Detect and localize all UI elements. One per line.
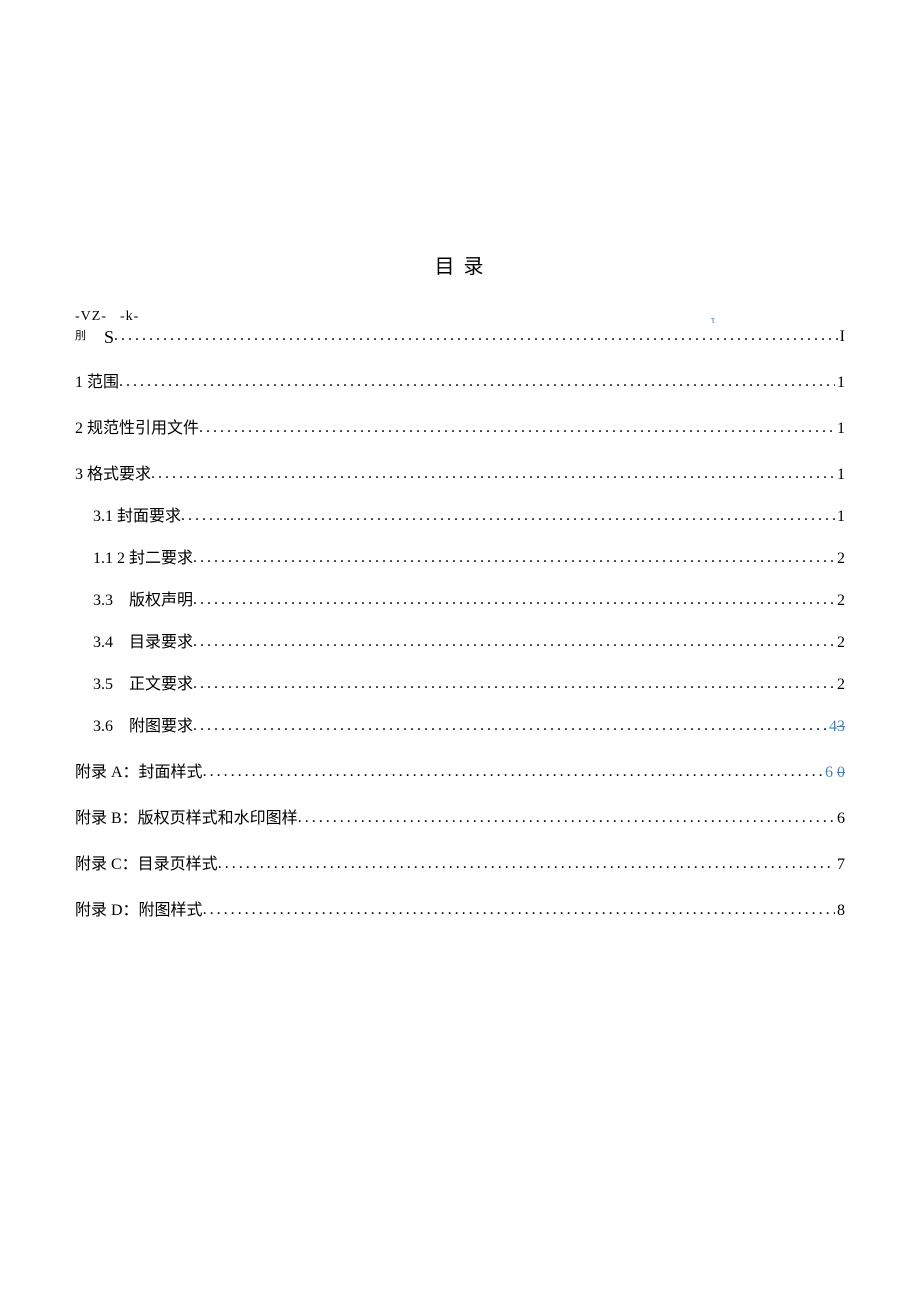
toc-label: 附录 B：版权页样式和水印图样 (75, 804, 298, 828)
artifact-page: I (838, 328, 845, 346)
toc-dots (193, 675, 835, 693)
toc-label: 3.6 附图要求 (93, 712, 193, 736)
toc-label: 3.5 正文要求 (93, 670, 193, 694)
toc-dots (203, 901, 835, 919)
toc-dots (199, 419, 835, 437)
toc-label: 3.1 封面要求 (93, 502, 181, 526)
toc-page: 8 (835, 902, 845, 920)
toc-title: 目 录 (75, 250, 845, 279)
artifact-s: S (104, 327, 114, 346)
toc-page: 60 (823, 764, 845, 782)
toc-dots (218, 855, 835, 873)
toc-page: 43 (827, 718, 845, 736)
page-new: 4 (829, 718, 837, 735)
toc-page: 1 (835, 374, 845, 392)
artifact-entry: 刖 S I (75, 325, 845, 346)
toc-dots (181, 507, 835, 525)
toc-page: 2 (835, 634, 845, 652)
page-old: 0 (837, 764, 845, 781)
artifact-k: -k- (120, 309, 139, 324)
toc-label: 2 规范性引用文件 (75, 414, 199, 438)
artifact-line1: -VZ- -k- τ (75, 309, 845, 325)
toc-entry: 2 规范性引用文件 1 (75, 414, 845, 438)
toc-entry: 3.5 正文要求 2 (93, 670, 845, 694)
toc-dots (193, 591, 835, 609)
toc-page: 1 (835, 420, 845, 438)
toc-page: 2 (835, 592, 845, 610)
toc-entry: 附录 B：版权页样式和水印图样 6 (75, 804, 845, 828)
toc-entry: 3.1 封面要求 1 (93, 502, 845, 526)
toc-dots (298, 809, 835, 827)
toc-label: 附录 C：目录页样式 (75, 850, 218, 874)
toc-entry: 1.1 2 封二要求 2 (93, 544, 845, 568)
toc-label: 3.4 目录要求 (93, 628, 193, 652)
toc-dots (114, 327, 838, 345)
toc-page: 6 (835, 810, 845, 828)
toc-label: 附录 A：封面样式 (75, 758, 203, 782)
page-new: 6 (825, 764, 833, 781)
toc-dots (119, 373, 835, 391)
toc-entry: 附录 C：目录页样式 7 (75, 850, 845, 874)
document-page: 目 录 -VZ- -k- τ 刖 S I 1 范围 1 2 规范性引用文件 1 … (0, 0, 920, 920)
toc-page: 7 (835, 856, 845, 874)
toc-entry: 附录 A：封面样式 60 (75, 758, 845, 782)
header-artifact: -VZ- -k- τ 刖 S I (75, 309, 845, 346)
toc-label: 附录 D：附图样式 (75, 896, 203, 920)
artifact-del: 刖 (75, 327, 86, 343)
toc-label: 3.3 版权声明 (93, 586, 193, 610)
toc-page: 1 (835, 466, 845, 484)
toc-dots (193, 633, 835, 651)
toc-page: 2 (835, 550, 845, 568)
toc-entry: 3 格式要求 1 (75, 460, 845, 484)
toc-dots (151, 465, 835, 483)
toc-label: 3 格式要求 (75, 460, 151, 484)
toc-dots (193, 549, 835, 567)
toc-entry: 1 范围 1 (75, 368, 845, 392)
toc-page: 2 (835, 676, 845, 694)
toc-entry: 3.4 目录要求 2 (93, 628, 845, 652)
artifact-vz: -VZ- (75, 309, 107, 324)
artifact-tau: τ (711, 315, 715, 326)
toc-entry: 3.3 版权声明 2 (93, 586, 845, 610)
toc-page: 1 (835, 508, 845, 526)
toc-entry: 附录 D：附图样式 8 (75, 896, 845, 920)
toc-dots (203, 763, 823, 781)
toc-entry: 3.6 附图要求 43 (93, 712, 845, 736)
page-old: 3 (837, 718, 845, 735)
toc-label: 1 范围 (75, 368, 119, 392)
toc-dots (193, 717, 827, 735)
toc-label: 1.1 2 封二要求 (93, 544, 193, 568)
